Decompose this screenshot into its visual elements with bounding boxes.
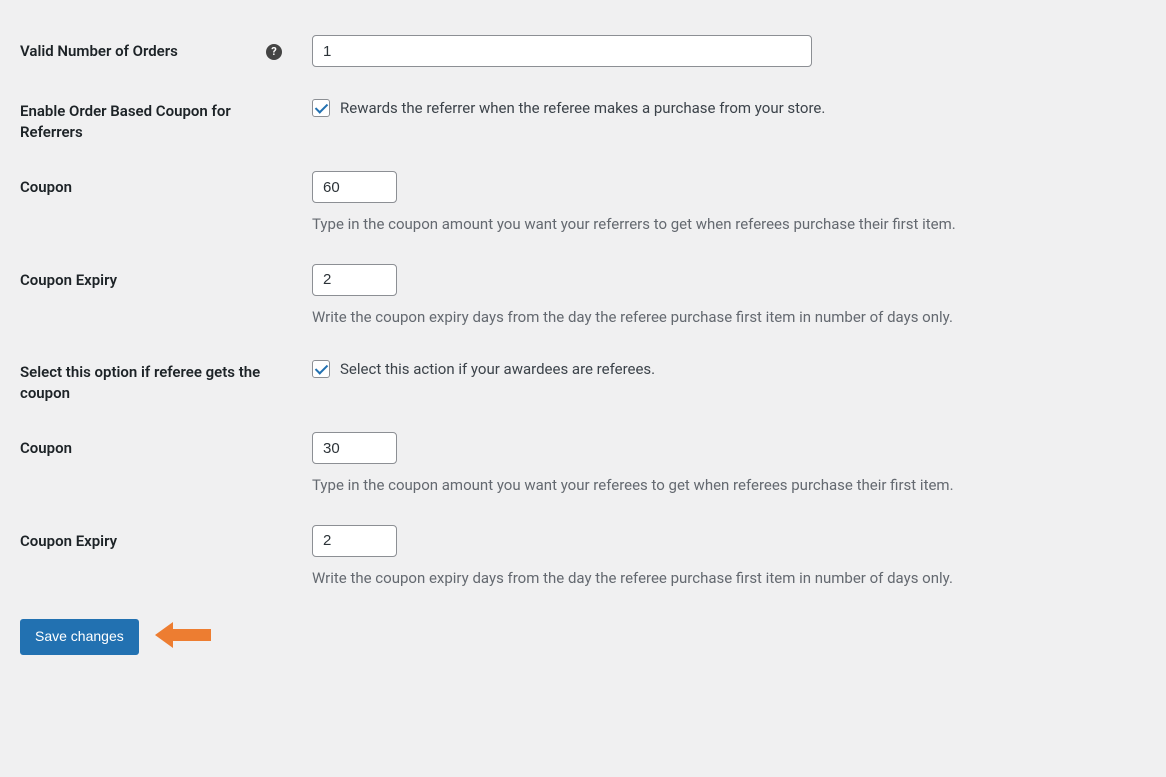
row-referee-coupon-expiry: Coupon Expiry Write the coupon expiry da… bbox=[20, 525, 1146, 590]
referrer-coupon-label: Coupon bbox=[20, 177, 72, 198]
label-col: Select this option if referee gets the c… bbox=[20, 356, 312, 404]
referrer-coupon-input[interactable] bbox=[312, 171, 397, 203]
save-changes-button[interactable]: Save changes bbox=[20, 619, 139, 655]
field-col bbox=[312, 35, 1146, 67]
label-col: Coupon Expiry bbox=[20, 264, 312, 291]
referee-option-label: Select this option if referee gets the c… bbox=[20, 362, 292, 404]
field-col: Type in the coupon amount you want your … bbox=[312, 171, 1146, 236]
field-col: Rewards the referrer when the referee ma… bbox=[312, 95, 1146, 117]
label-col: Coupon Expiry bbox=[20, 525, 312, 552]
enable-order-coupon-desc: Rewards the referrer when the referee ma… bbox=[340, 99, 825, 117]
enable-order-coupon-label: Enable Order Based Coupon for Referrers bbox=[20, 101, 292, 143]
referee-coupon-expiry-desc: Write the coupon expiry days from the da… bbox=[312, 567, 1146, 590]
referee-coupon-input[interactable] bbox=[312, 432, 397, 464]
referee-coupon-expiry-label: Coupon Expiry bbox=[20, 531, 117, 552]
label-col: Valid Number of Orders ? bbox=[20, 35, 312, 62]
row-enable-order-coupon: Enable Order Based Coupon for Referrers … bbox=[20, 95, 1146, 143]
referrer-coupon-expiry-input[interactable] bbox=[312, 264, 397, 296]
referee-coupon-desc: Type in the coupon amount you want your … bbox=[312, 474, 1146, 497]
referee-option-checkbox[interactable] bbox=[312, 360, 330, 378]
label-col: Coupon bbox=[20, 432, 312, 459]
help-icon[interactable]: ? bbox=[266, 44, 282, 60]
label-col: Coupon bbox=[20, 171, 312, 198]
checkbox-row: Select this action if your awardees are … bbox=[312, 356, 1146, 378]
referee-option-desc: Select this action if your awardees are … bbox=[340, 360, 655, 378]
row-referrer-coupon: Coupon Type in the coupon amount you wan… bbox=[20, 171, 1146, 236]
referrer-coupon-desc: Type in the coupon amount you want your … bbox=[312, 213, 1146, 236]
field-col: Write the coupon expiry days from the da… bbox=[312, 264, 1146, 329]
settings-form: Valid Number of Orders ? Enable Order Ba… bbox=[20, 35, 1146, 655]
field-col: Type in the coupon amount you want your … bbox=[312, 432, 1146, 497]
field-col: Write the coupon expiry days from the da… bbox=[312, 525, 1146, 590]
label-col: Enable Order Based Coupon for Referrers bbox=[20, 95, 312, 143]
referrer-coupon-expiry-label: Coupon Expiry bbox=[20, 270, 117, 291]
referee-coupon-label: Coupon bbox=[20, 438, 72, 459]
row-referee-coupon: Coupon Type in the coupon amount you wan… bbox=[20, 432, 1146, 497]
arrow-left-icon bbox=[155, 620, 211, 654]
valid-orders-input[interactable] bbox=[312, 35, 812, 67]
row-valid-orders: Valid Number of Orders ? bbox=[20, 35, 1146, 67]
enable-order-coupon-checkbox[interactable] bbox=[312, 99, 330, 117]
field-col: Select this action if your awardees are … bbox=[312, 356, 1146, 378]
submit-row: Save changes bbox=[20, 619, 1146, 655]
row-referee-option: Select this option if referee gets the c… bbox=[20, 356, 1146, 404]
checkbox-row: Rewards the referrer when the referee ma… bbox=[312, 95, 1146, 117]
referrer-coupon-expiry-desc: Write the coupon expiry days from the da… bbox=[312, 306, 1146, 329]
referee-coupon-expiry-input[interactable] bbox=[312, 525, 397, 557]
row-referrer-coupon-expiry: Coupon Expiry Write the coupon expiry da… bbox=[20, 264, 1146, 329]
valid-orders-label: Valid Number of Orders bbox=[20, 41, 178, 62]
